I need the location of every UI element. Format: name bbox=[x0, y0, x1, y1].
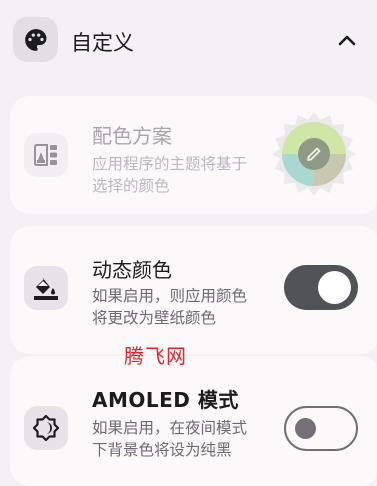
amoled-mode-description: 如果启用，在夜间模式下背景色将设为纯黑 bbox=[92, 419, 248, 459]
customize-section-header[interactable]: 自定义 bbox=[0, 0, 377, 80]
wallpaper-palette-icon bbox=[24, 133, 68, 177]
color-scheme-setting[interactable]: 配色方案 应用程序的主题将基于选择的颜色 bbox=[10, 96, 377, 214]
chevron-up-icon[interactable] bbox=[333, 27, 361, 53]
amoled-mode-title: AMOLED 模式 bbox=[92, 388, 239, 412]
dynamic-color-toggle[interactable] bbox=[284, 265, 358, 310]
toggle-knob bbox=[295, 418, 316, 439]
color-scheme-title: 配色方案 bbox=[92, 124, 172, 148]
toggle-knob bbox=[318, 271, 351, 304]
section-title: 自定义 bbox=[71, 31, 134, 55]
color-scheme-description: 应用程序的主题将基于选择的颜色 bbox=[92, 155, 248, 195]
brightness-icon bbox=[24, 406, 68, 450]
dynamic-color-setting[interactable]: 动态颜色 如果启用，则应用颜色将更改为壁纸颜色 bbox=[10, 226, 377, 354]
color-scheme-preview[interactable] bbox=[272, 112, 356, 196]
dynamic-color-title: 动态颜色 bbox=[92, 258, 172, 282]
amoled-mode-setting[interactable]: AMOLED 模式 如果启用，在夜间模式下背景色将设为纯黑 bbox=[10, 356, 377, 486]
amoled-mode-toggle[interactable] bbox=[284, 406, 358, 451]
watermark: 腾飞网 bbox=[124, 344, 187, 368]
format-color-fill-icon bbox=[24, 266, 68, 310]
dynamic-color-description: 如果启用，则应用颜色将更改为壁纸颜色 bbox=[92, 287, 248, 327]
palette-icon bbox=[13, 17, 58, 62]
